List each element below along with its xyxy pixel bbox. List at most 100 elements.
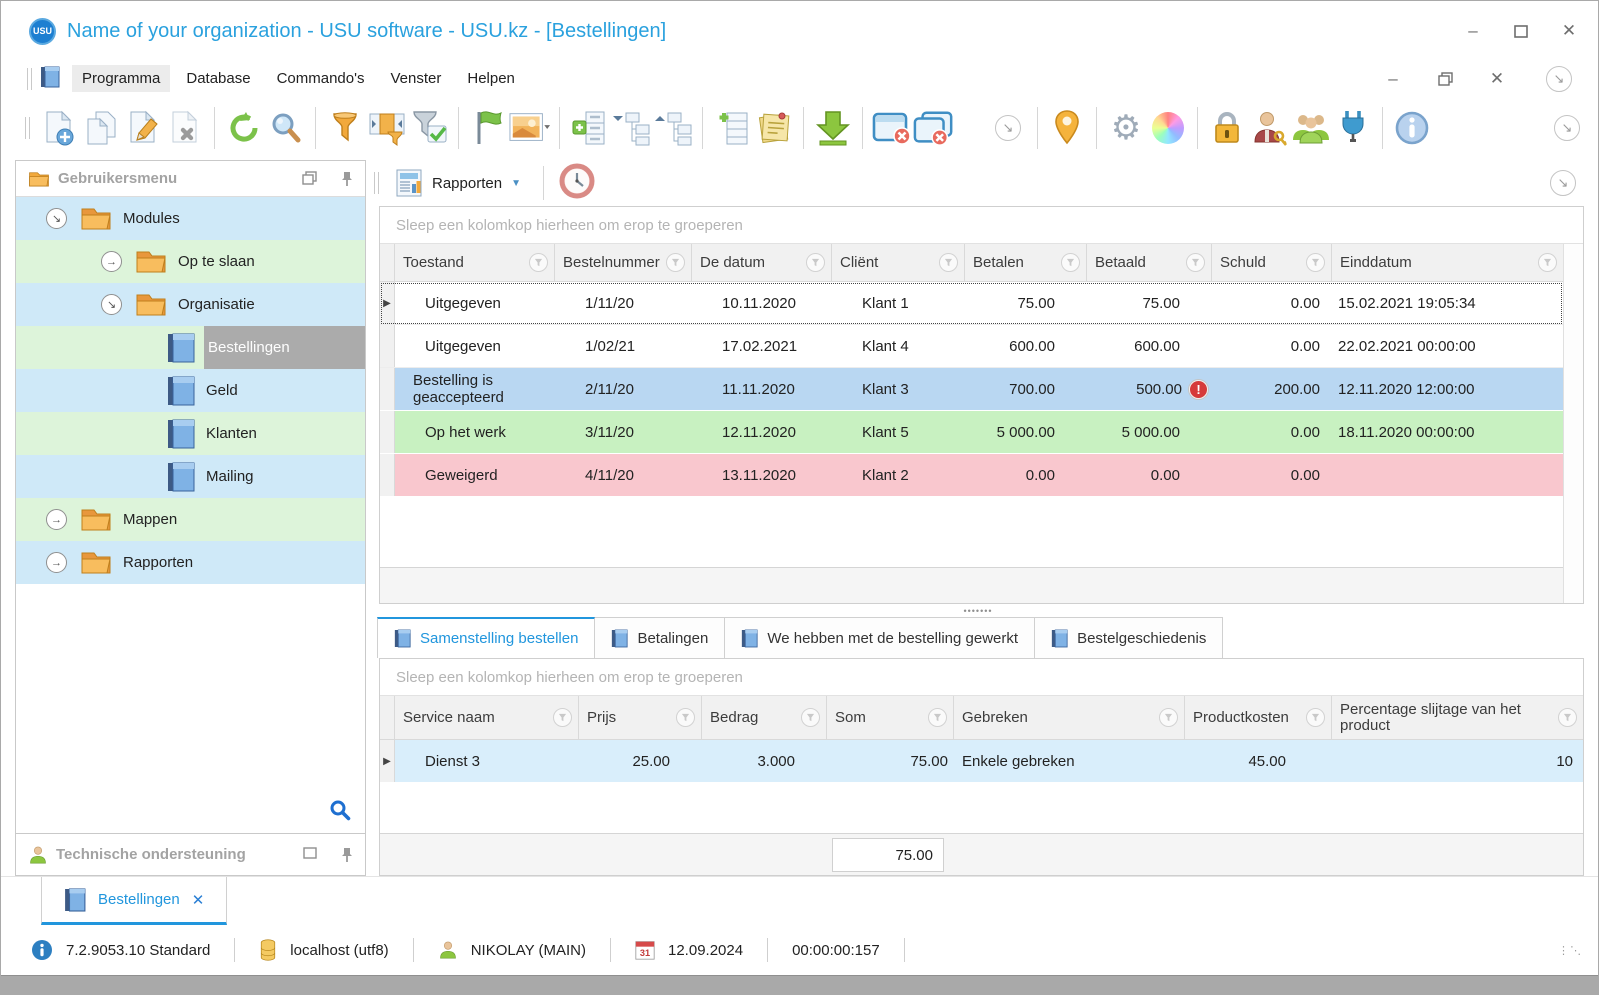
column-header-bestelnummer[interactable]: Bestelnummer: [555, 244, 692, 281]
column-header-productkosten[interactable]: Productkosten: [1185, 696, 1332, 739]
expand-tree-icon[interactable]: [652, 105, 694, 151]
filter-confirm-icon[interactable]: [408, 105, 450, 151]
menu-programma[interactable]: Programma: [72, 65, 171, 92]
toolbar-overflow-right-icon[interactable]: ↘: [1554, 115, 1580, 141]
column-header-percentage-slijtage[interactable]: Percentage slijtage van het product: [1332, 696, 1583, 739]
column-filter-icon[interactable]: [801, 708, 820, 727]
collapse-tree-icon[interactable]: [610, 105, 652, 151]
column-filter-icon[interactable]: [1538, 253, 1557, 272]
column-filter-icon[interactable]: [1306, 253, 1325, 272]
vertical-scrollbar[interactable]: [1563, 244, 1583, 603]
minimize-icon[interactable]: –: [1462, 20, 1484, 42]
flag-icon[interactable]: [467, 105, 509, 151]
plugin-icon[interactable]: [1332, 105, 1374, 151]
pin-icon[interactable]: [341, 847, 353, 862]
horizontal-splitter[interactable]: •••••••: [372, 604, 1584, 617]
support-panel-header[interactable]: Technische ondersteuning: [16, 833, 365, 875]
expand-node-icon[interactable]: →: [101, 251, 122, 272]
pin-icon[interactable]: [341, 171, 353, 186]
service-row[interactable]: ▶ Dienst 3 25.00 3.000 75.00 Enkele gebr…: [380, 740, 1583, 783]
search-icon[interactable]: [265, 105, 307, 151]
tree-search-icon[interactable]: [329, 799, 351, 825]
menu-database[interactable]: Database: [176, 65, 260, 92]
tree-node-klanten[interactable]: Klanten: [16, 412, 365, 455]
column-filter-icon[interactable]: [666, 253, 685, 272]
toolbar-grip[interactable]: [25, 117, 30, 139]
expand-node-icon[interactable]: →: [46, 552, 67, 573]
tree-node-organisatie[interactable]: ↘ Organisatie: [16, 283, 365, 326]
column-header-einddatum[interactable]: Einddatum: [1332, 244, 1563, 281]
toolbar-grip[interactable]: [374, 172, 379, 194]
refresh-icon[interactable]: [223, 105, 265, 151]
lock-icon[interactable]: [1206, 105, 1248, 151]
column-filter-icon[interactable]: [529, 253, 548, 272]
user-key-icon[interactable]: [1248, 105, 1290, 151]
copy-document-icon[interactable]: [80, 105, 122, 151]
menu-helpen[interactable]: Helpen: [457, 65, 525, 92]
column-filter-icon[interactable]: [1159, 708, 1178, 727]
restore-panel-icon[interactable]: [302, 171, 317, 185]
tree-node-geld[interactable]: Geld: [16, 369, 365, 412]
close-icon[interactable]: ✕: [1558, 20, 1580, 42]
tree-node-bestellingen-selected[interactable]: Bestellingen: [16, 326, 365, 369]
tab-close-icon[interactable]: ✕: [192, 891, 205, 909]
mdi-tab-bestellingen[interactable]: Bestellingen ✕: [41, 877, 228, 925]
column-filter-icon[interactable]: [1186, 253, 1205, 272]
order-row[interactable]: ▶ Uitgegeven 1/11/20 10.11.2020 Klant 1 …: [380, 282, 1563, 325]
tree-node-mappen[interactable]: → Mappen: [16, 498, 365, 541]
column-header-schuld[interactable]: Schuld: [1212, 244, 1332, 281]
close-window-icon[interactable]: [871, 105, 913, 151]
column-filter-icon[interactable]: [806, 253, 825, 272]
order-row[interactable]: ▶ Uitgegeven 1/02/21 17.02.2021 Klant 4 …: [380, 325, 1563, 368]
mdi-restore-icon[interactable]: [1434, 68, 1456, 90]
color-wheel-icon[interactable]: [1147, 105, 1189, 151]
toolbar-overflow-icon[interactable]: ↘: [995, 115, 1021, 141]
order-row[interactable]: ▶ Bestelling is geaccepteerd 2/11/20 11.…: [380, 368, 1563, 411]
order-row[interactable]: ▶ Geweigerd 4/11/20 13.11.2020 Klant 2 0…: [380, 454, 1563, 497]
column-header-prijs[interactable]: Prijs: [579, 696, 702, 739]
add-group-icon[interactable]: [568, 105, 610, 151]
menubar-overflow-icon[interactable]: ↘: [1546, 65, 1572, 92]
column-filter-icon[interactable]: [1306, 708, 1325, 727]
column-header-som[interactable]: Som: [827, 696, 954, 739]
add-row-icon[interactable]: [711, 105, 753, 151]
delete-document-icon[interactable]: [164, 105, 206, 151]
orders-group-panel[interactable]: Sleep een kolomkop hierheen om erop te g…: [380, 207, 1583, 244]
column-filter-icon[interactable]: [1061, 253, 1080, 272]
maximize-icon[interactable]: [1510, 20, 1532, 42]
column-header-client[interactable]: Cliënt: [832, 244, 965, 281]
filter-columns-icon[interactable]: [366, 105, 408, 151]
menu-venster[interactable]: Venster: [380, 65, 451, 92]
column-header-de-datum[interactable]: De datum: [692, 244, 832, 281]
notes-icon[interactable]: [753, 105, 795, 151]
settings-gear-icon[interactable]: ⚙: [1105, 105, 1147, 151]
tree-node-rapporten[interactable]: → Rapporten: [16, 541, 365, 584]
rapporten-button[interactable]: Rapporten ▼: [387, 164, 529, 202]
minimize-panel-icon[interactable]: [303, 847, 317, 859]
column-filter-icon[interactable]: [676, 708, 695, 727]
column-filter-icon[interactable]: [1558, 708, 1577, 727]
collapse-node-icon[interactable]: ↘: [101, 294, 122, 315]
tree-node-op-te-slaan[interactable]: → Op te slaan: [16, 240, 365, 283]
edit-document-icon[interactable]: [122, 105, 164, 151]
tab-bestelgeschiedenis[interactable]: Bestelgeschiedenis: [1035, 617, 1224, 658]
menu-commandos[interactable]: Commando's: [267, 65, 375, 92]
services-group-panel[interactable]: Sleep een kolomkop hierheen om erop te g…: [380, 659, 1583, 696]
tree-node-modules[interactable]: ↘ Modules: [16, 197, 365, 240]
expand-node-icon[interactable]: →: [46, 509, 67, 530]
tab-betalingen[interactable]: Betalingen: [595, 617, 726, 658]
tree-node-mailing[interactable]: Mailing: [16, 455, 365, 498]
user-group-icon[interactable]: [1290, 105, 1332, 151]
collapse-node-icon[interactable]: ↘: [46, 208, 67, 229]
report-bar-overflow-icon[interactable]: ↘: [1550, 170, 1576, 196]
close-all-windows-icon[interactable]: [913, 105, 955, 151]
column-filter-icon[interactable]: [553, 708, 572, 727]
column-header-bedrag[interactable]: Bedrag: [702, 696, 827, 739]
column-header-betalen[interactable]: Betalen: [965, 244, 1087, 281]
column-header-service-naam[interactable]: Service naam: [395, 696, 579, 739]
tab-we-hebben-met-de-bestelling-gewerkt[interactable]: We hebben met de bestelling gewerkt: [725, 617, 1036, 658]
info-icon[interactable]: [1391, 105, 1433, 151]
clock-icon[interactable]: [558, 162, 596, 204]
image-icon[interactable]: [509, 105, 551, 151]
tab-samenstelling-bestellen[interactable]: Samenstelling bestellen: [377, 617, 596, 658]
